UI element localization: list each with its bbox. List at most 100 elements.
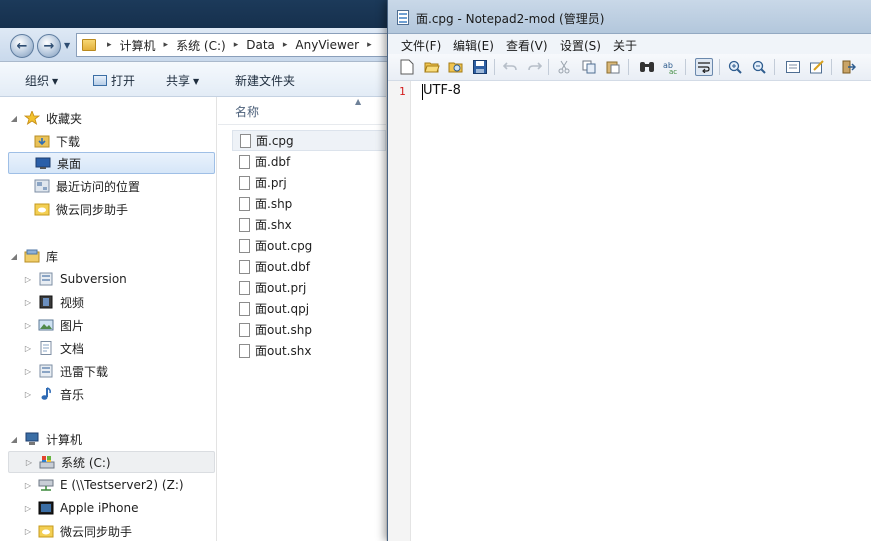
find-file-icon[interactable]	[447, 58, 465, 76]
organize-button[interactable]: 组织 ▼	[25, 72, 58, 89]
breadcrumb-data[interactable]: Data	[244, 38, 277, 52]
menu-settings[interactable]: 设置(S)	[560, 37, 601, 54]
editor-line-text[interactable]: UTF-8	[423, 83, 461, 98]
nav-item-label: 下载	[56, 134, 81, 149]
redo-icon[interactable]	[526, 58, 544, 76]
find-icon[interactable]	[638, 58, 656, 76]
menu-view[interactable]: 查看(V)	[506, 37, 548, 54]
nav-favorites[interactable]: ◢ 收藏夹	[8, 107, 215, 129]
file-row[interactable]: 面out.qpj	[232, 298, 386, 319]
breadcrumb-anyviewer[interactable]: AnyViewer	[293, 38, 361, 52]
nav-item-music[interactable]: ▷ 音乐	[8, 383, 215, 405]
file-name: 面.shx	[255, 218, 292, 232]
undo-icon[interactable]	[501, 58, 519, 76]
notepad-titlebar[interactable]: 面.cpg - Notepad2-mod (管理员)	[388, 0, 871, 34]
file-name: 面out.prj	[255, 281, 307, 295]
breadcrumb-separator-icon[interactable]: ▸	[361, 40, 378, 50]
replace-icon[interactable]: ab ac	[662, 58, 680, 76]
nav-item-weiyun[interactable]: 微云同步助手	[8, 198, 215, 220]
notepad-app-icon[interactable]	[397, 10, 409, 25]
expand-icon[interactable]: ▷	[22, 504, 34, 513]
file-row[interactable]: 面out.dbf	[232, 256, 386, 277]
video-icon	[38, 295, 54, 309]
nav-libraries[interactable]: ◢ 库	[8, 245, 215, 267]
file-row[interactable]: 面out.shp	[232, 319, 386, 340]
file-row[interactable]: 面.prj	[232, 172, 386, 193]
breadcrumb-separator-icon[interactable]: ▸	[101, 40, 118, 50]
nav-item-documents[interactable]: ▷ 文档	[8, 337, 215, 359]
navigation-pane[interactable]: ◢ 收藏夹 下载 桌面 最近访问的位置 微云同步助手 ◢ 库 ▷ Subvers…	[0, 97, 217, 541]
exit-icon[interactable]	[840, 58, 858, 76]
column-header-name[interactable]: 名称 ▲	[218, 97, 386, 125]
breadcrumb-computer[interactable]: 计算机	[118, 37, 158, 54]
copy-icon[interactable]	[580, 58, 598, 76]
nav-item-xunlei[interactable]: ▷ 迅雷下载	[8, 360, 215, 382]
weiyun-icon	[34, 202, 50, 216]
share-button[interactable]: 共享 ▼	[166, 72, 199, 89]
breadcrumb-separator-icon[interactable]: ▸	[158, 40, 175, 50]
zoom-out-icon[interactable]	[750, 58, 768, 76]
expand-icon[interactable]: ▷	[22, 527, 34, 536]
menu-file[interactable]: 文件(F)	[401, 37, 441, 54]
file-row[interactable]: 面.dbf	[232, 151, 386, 172]
nav-item-label: 音乐	[60, 387, 85, 402]
open-folder-icon[interactable]	[423, 58, 441, 76]
editor-area[interactable]: 1 UTF-8	[388, 81, 871, 541]
word-wrap-icon[interactable]	[695, 58, 713, 76]
library-icon	[24, 249, 40, 263]
expand-icon[interactable]: ▷	[22, 321, 34, 330]
paste-icon[interactable]	[604, 58, 622, 76]
back-button[interactable]: ←	[10, 34, 34, 58]
breadcrumb-separator-icon[interactable]: ▸	[228, 40, 245, 50]
collapse-icon[interactable]: ◢	[8, 252, 20, 261]
nav-item-weiyun-drive[interactable]: ▷ 微云同步助手	[8, 520, 215, 541]
file-row[interactable]: 面.cpg	[232, 130, 386, 151]
nav-item-recent-places[interactable]: 最近访问的位置	[8, 175, 215, 197]
nav-item-drive-c[interactable]: ▷ 系统 (C:)	[8, 451, 215, 473]
nav-item-label: 最近访问的位置	[56, 179, 141, 194]
file-row[interactable]: 面.shp	[232, 193, 386, 214]
pictures-icon	[38, 318, 54, 332]
nav-computer[interactable]: ◢ 计算机	[8, 428, 215, 450]
toolbar-separator	[774, 59, 775, 75]
breadcrumb-separator-icon[interactable]: ▸	[277, 40, 294, 50]
file-name: 面out.qpj	[255, 302, 310, 316]
cut-icon[interactable]	[555, 58, 573, 76]
nav-item-desktop[interactable]: 桌面	[8, 152, 215, 174]
nav-item-label: Apple iPhone	[60, 501, 139, 515]
expand-icon[interactable]: ▷	[22, 344, 34, 353]
zoom-in-icon[interactable]	[726, 58, 744, 76]
nav-item-network-drive[interactable]: ▷ E (\\Testserver2) (Z:)	[8, 474, 215, 496]
save-icon[interactable]	[471, 58, 489, 76]
nav-item-videos[interactable]: ▷ 视频	[8, 291, 215, 313]
nav-item-iphone[interactable]: ▷ Apple iPhone	[8, 497, 215, 519]
new-folder-button[interactable]: 新建文件夹	[235, 72, 295, 89]
file-row[interactable]: 面.shx	[232, 214, 386, 235]
expand-icon[interactable]: ▷	[22, 367, 34, 376]
open-button[interactable]: 打开	[93, 72, 135, 89]
expand-icon[interactable]: ▷	[22, 390, 34, 399]
file-list-pane[interactable]: 名称 ▲ 面.cpg 面.dbf 面.prj 面.shp 面.shx 面out.cpg 面o…	[218, 97, 386, 541]
recent-pages-dropdown[interactable]: ▼	[64, 41, 70, 50]
svg-text:ac: ac	[669, 68, 677, 74]
nav-item-pictures[interactable]: ▷ 图片	[8, 314, 215, 336]
new-file-icon[interactable]	[398, 58, 416, 76]
menu-about[interactable]: 关于	[613, 37, 637, 54]
expand-icon[interactable]: ▷	[22, 298, 34, 307]
menu-edit[interactable]: 编辑(E)	[453, 37, 494, 54]
expand-icon[interactable]: ▷	[23, 458, 35, 467]
nav-item-downloads[interactable]: 下载	[8, 130, 215, 152]
nav-item-subversion[interactable]: ▷ Subversion	[8, 268, 215, 290]
file-row[interactable]: 面out.cpg	[232, 235, 386, 256]
expand-icon[interactable]: ▷	[22, 481, 34, 490]
address-bar[interactable]: ▸ 计算机 ▸ 系统 (C:) ▸ Data ▸ AnyViewer ▸	[76, 33, 388, 57]
expand-icon[interactable]: ▷	[22, 275, 34, 284]
file-row[interactable]: 面out.prj	[232, 277, 386, 298]
collapse-icon[interactable]: ◢	[8, 114, 20, 123]
forward-button[interactable]: →	[37, 34, 61, 58]
breadcrumb-drive[interactable]: 系统 (C:)	[174, 37, 228, 54]
customize-scheme-icon[interactable]	[808, 58, 826, 76]
scheme-icon[interactable]	[784, 58, 802, 76]
collapse-icon[interactable]: ◢	[8, 435, 20, 444]
file-row[interactable]: 面out.shx	[232, 340, 386, 361]
